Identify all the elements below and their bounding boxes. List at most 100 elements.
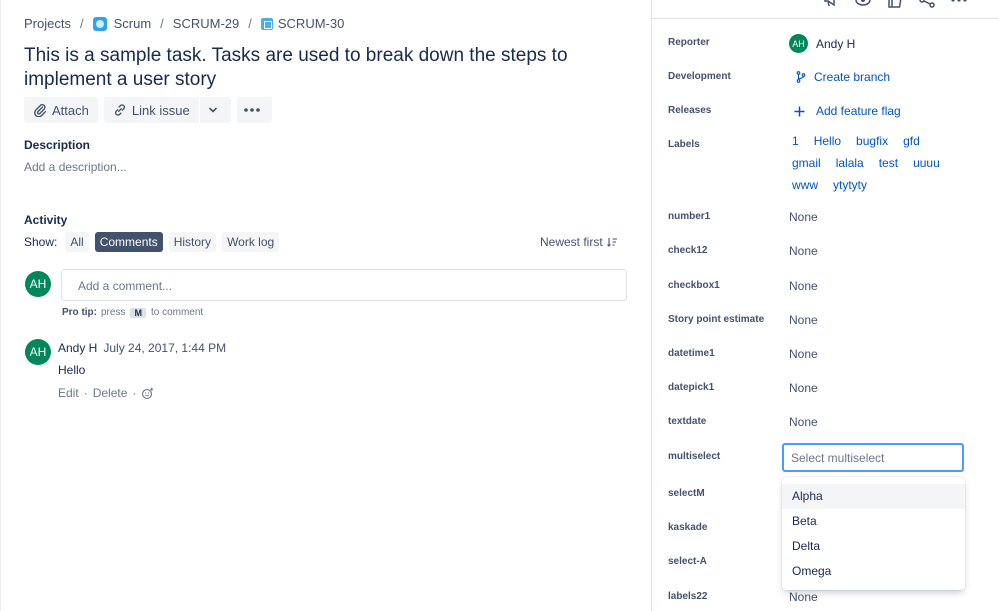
comment-actions: Edit · Delete · <box>58 386 154 400</box>
field-label-check12: check12 <box>668 245 708 256</box>
breadcrumb: Projects / Scrum / SCRUM-29 / SCRUM-30 <box>24 16 344 31</box>
checkbox1-value[interactable]: None <box>789 279 818 293</box>
comment-author[interactable]: Andy H <box>58 341 97 355</box>
announce-icon[interactable] <box>815 0 847 9</box>
tab-history[interactable]: History <box>168 232 217 252</box>
branch-icon <box>796 71 806 83</box>
breadcrumb-issue[interactable]: SCRUM-30 <box>260 16 345 31</box>
comment-time[interactable]: July 24, 2017, 1:44 PM <box>103 341 226 355</box>
separator-dot: · <box>132 386 137 400</box>
link-issue-label: Link issue <box>131 102 190 118</box>
multiselect-option[interactable]: Alpha <box>782 484 965 509</box>
create-branch-button[interactable]: Create branch <box>796 70 890 84</box>
label-chip[interactable]: lalala <box>833 155 867 171</box>
paperclip-icon <box>34 104 46 117</box>
label-chip[interactable]: 1 <box>789 133 802 149</box>
multiselect-option[interactable]: Beta <box>782 509 965 534</box>
breadcrumb-projects[interactable]: Projects <box>24 16 71 31</box>
description-heading: Description <box>24 138 91 152</box>
comment-input[interactable]: Add a comment... <box>61 269 627 301</box>
label-chip[interactable]: ytytyty <box>830 177 870 193</box>
label-chip[interactable]: gmail <box>789 155 824 171</box>
datetime1-value[interactable]: None <box>789 347 818 361</box>
issue-toolbar: Attach Link issue <box>24 97 272 123</box>
comment-delete-button[interactable]: Delete <box>93 386 128 400</box>
emoji-reaction-icon[interactable] <box>141 387 154 400</box>
breadcrumb-separator: / <box>248 16 252 31</box>
tab-all[interactable]: All <box>65 232 89 252</box>
breadcrumb-issue-label: SCRUM-30 <box>277 16 345 31</box>
comment-body: Hello <box>58 363 86 377</box>
add-feature-flag-button[interactable]: Add feature flag <box>794 104 901 118</box>
tab-work-log[interactable]: Work log <box>222 232 280 252</box>
more-actions-button[interactable] <box>236 97 272 123</box>
attach-label: Attach <box>52 102 89 118</box>
issue-top-actions <box>815 0 975 9</box>
field-label-kaskade: kaskade <box>668 522 708 533</box>
breadcrumb-project-label: Scrum <box>113 16 152 31</box>
link-issue-button[interactable]: Link issue <box>103 97 199 123</box>
label-chip[interactable]: uuuu <box>910 155 943 171</box>
show-label: Show: <box>24 235 58 249</box>
sort-icon <box>606 238 617 247</box>
field-label-select-a: select-A <box>668 556 707 567</box>
breadcrumb-project[interactable]: Scrum <box>92 16 152 31</box>
share-icon[interactable] <box>911 0 943 9</box>
like-icon[interactable] <box>879 0 911 9</box>
reporter-value[interactable]: AH Andy H <box>789 34 855 53</box>
comment-edit-button[interactable]: Edit <box>58 386 79 400</box>
field-label-development: Development <box>668 71 731 82</box>
separator-dot: · <box>83 386 88 400</box>
issue-title[interactable]: This is a sample task. Tasks are used to… <box>24 44 584 92</box>
multiselect-dropdown: Alpha Beta Delta Omega <box>782 477 965 590</box>
reporter-name: Andy H <box>816 36 856 51</box>
more-icon[interactable] <box>943 0 975 9</box>
field-label-selectM: selectM <box>668 488 705 499</box>
story-points-value[interactable]: None <box>789 313 818 327</box>
label-chip[interactable]: gfd <box>900 133 923 149</box>
attach-button[interactable]: Attach <box>24 97 98 123</box>
tab-comments[interactable]: Comments <box>94 232 163 252</box>
avatar: AH <box>789 34 808 53</box>
activity-filter: Show: All Comments History Work log <box>24 232 285 252</box>
protip-rest: to comment <box>150 307 204 318</box>
multiselect-input[interactable]: Select multiselect <box>782 443 964 472</box>
avatar: AH <box>25 271 51 297</box>
comment-avatar: AH <box>25 339 51 365</box>
breadcrumb-parent[interactable]: SCRUM-29 <box>173 16 239 31</box>
field-label-labels: Labels <box>668 139 700 150</box>
datepick1-value[interactable]: None <box>789 381 818 395</box>
multiselect-option[interactable]: Delta <box>782 534 965 559</box>
field-label-releases: Releases <box>668 105 712 116</box>
comment-header: Andy H July 24, 2017, 1:44 PM <box>58 341 226 355</box>
panel-divider <box>651 18 999 19</box>
plus-icon <box>794 106 805 116</box>
number1-value[interactable]: None <box>789 210 818 224</box>
watch-icon[interactable] <box>847 0 879 9</box>
labels-list: 1 Hello bugfix gfd gmail lalala test uuu… <box>786 133 966 199</box>
textdate-value[interactable]: None <box>789 415 818 429</box>
label-chip[interactable]: Hello <box>811 133 844 149</box>
check12-value[interactable]: None <box>789 244 818 258</box>
chevron-down-icon <box>208 107 217 113</box>
project-icon <box>92 16 107 31</box>
sort-toggle[interactable]: Newest first <box>540 235 618 249</box>
more-icon <box>243 108 260 112</box>
link-issue-dropdown[interactable] <box>199 97 231 123</box>
breadcrumb-separator: / <box>79 16 84 31</box>
label-chip[interactable]: www <box>789 177 821 193</box>
add-feature-flag-label: Add feature flag <box>816 104 901 118</box>
activity-heading: Activity <box>24 213 68 227</box>
label-chip[interactable]: test <box>876 155 901 171</box>
description-field[interactable]: Add a description... <box>24 160 127 174</box>
multiselect-option[interactable]: Omega <box>782 559 965 584</box>
field-label-multiselect: multiselect <box>668 451 721 462</box>
label-chip[interactable]: bugfix <box>853 133 891 149</box>
create-branch-label: Create branch <box>814 70 891 84</box>
link-issue-group: Link issue <box>103 97 231 123</box>
field-label-checkbox1: checkbox1 <box>668 280 720 291</box>
labels22-value[interactable]: None <box>789 590 818 604</box>
issue-main-panel: Projects / Scrum / SCRUM-29 / SCRUM-30 T… <box>0 0 650 611</box>
protip: Pro tip: press M to comment <box>62 307 203 318</box>
protip-press: press <box>101 307 126 318</box>
